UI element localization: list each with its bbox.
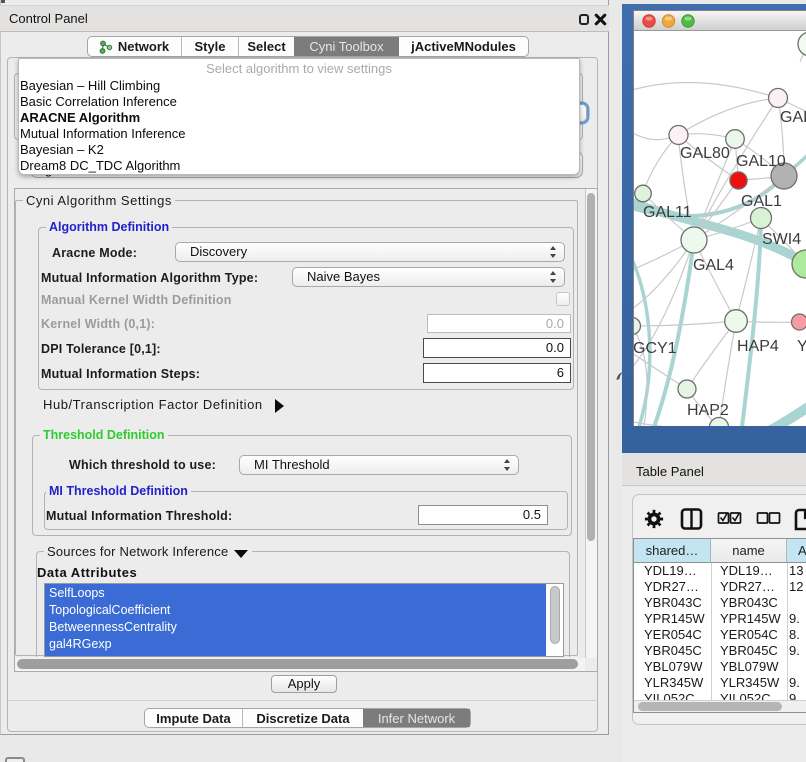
svg-text:GAL1: GAL1 bbox=[741, 193, 782, 210]
svg-text:GAL80: GAL80 bbox=[680, 145, 730, 162]
svg-text:GAL2: GAL2 bbox=[780, 109, 806, 126]
svg-text:GAL4: GAL4 bbox=[693, 257, 734, 274]
svg-text:YEL: YEL bbox=[797, 338, 806, 355]
svg-text:HAP4: HAP4 bbox=[737, 338, 779, 355]
svg-text:GAL10: GAL10 bbox=[736, 153, 786, 170]
svg-text:HAP2: HAP2 bbox=[687, 402, 729, 419]
svg-text:SWI4: SWI4 bbox=[762, 231, 801, 248]
svg-text:GAL11: GAL11 bbox=[643, 204, 692, 221]
svg-text:GCY1: GCY1 bbox=[634, 340, 677, 357]
